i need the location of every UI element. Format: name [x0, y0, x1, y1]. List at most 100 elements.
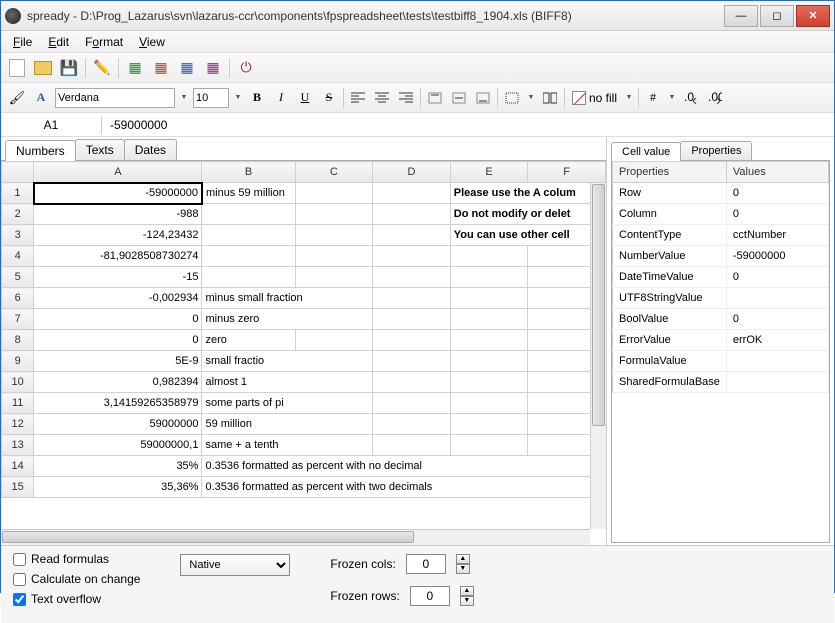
table-row: 2-988Do not modify or delet [2, 204, 606, 225]
spin-down-icon[interactable]: ▼ [460, 596, 474, 606]
frozen-cols-input[interactable] [406, 554, 446, 574]
tab-numbers[interactable]: Numbers [5, 140, 76, 161]
align-center-icon[interactable] [372, 88, 392, 108]
svg-text:.00: .00 [708, 92, 722, 104]
maximize-button[interactable]: ◻ [760, 5, 794, 27]
align-right-icon[interactable] [396, 88, 416, 108]
table-row: 113,14159265358979some parts of pi [2, 393, 606, 414]
spin-down-icon[interactable]: ▼ [456, 564, 470, 574]
read-formulas-checkbox[interactable]: Read formulas [13, 552, 140, 566]
prop-row: FormulaValue [613, 351, 829, 372]
underline-button[interactable]: U [295, 88, 315, 108]
dec-inc-icon[interactable]: .0 [681, 88, 701, 108]
font-name-select[interactable] [55, 88, 175, 108]
prop-row: UTF8StringValue [613, 288, 829, 309]
table-row: 4-81,9028508730274 [2, 246, 606, 267]
spin-up-icon[interactable]: ▲ [456, 554, 470, 564]
close-button[interactable]: ✕ [796, 5, 830, 27]
strike-button[interactable]: S [319, 88, 339, 108]
valign-middle-icon[interactable] [449, 88, 469, 108]
properties-panel: PropertiesValues Row0 Column0 ContentTyp… [611, 161, 830, 543]
exit-button[interactable] [236, 58, 256, 78]
dec-dec-icon[interactable]: .00 [705, 88, 725, 108]
border-icon[interactable] [502, 88, 522, 108]
tab-texts[interactable]: Texts [75, 139, 125, 160]
save-button[interactable] [59, 58, 79, 78]
sheet-btn-1[interactable] [125, 58, 145, 78]
corner-header[interactable] [2, 162, 34, 183]
font-color-icon[interactable] [31, 88, 51, 108]
scrollbar-horizontal[interactable] [1, 529, 590, 545]
table-row: 5-15 [2, 267, 606, 288]
scrollbar-vertical[interactable] [590, 183, 606, 529]
border-dd-icon[interactable]: ▼ [526, 94, 536, 101]
menu-format[interactable]: Format [77, 33, 131, 51]
table-row: 95E-9small fractio [2, 351, 606, 372]
table-row: 125900000059 million [2, 414, 606, 435]
bold-button[interactable]: B [247, 88, 267, 108]
numfmt-hash-icon[interactable]: # [643, 88, 663, 108]
prop-row: Column0 [613, 204, 829, 225]
svg-text:.0: .0 [684, 92, 694, 104]
table-row: 80zero [2, 330, 606, 351]
mode-select[interactable]: Native [180, 554, 290, 576]
col-B[interactable]: B [202, 162, 295, 183]
menubar: File Edit Format View [1, 31, 834, 53]
prop-header-name: Properties [613, 162, 727, 183]
edit-button[interactable] [92, 58, 112, 78]
table-row: 1435%0.3536 formatted as percent with no… [2, 456, 606, 477]
numfmt-dd-icon[interactable]: ▼ [667, 94, 677, 101]
table-row: 3-124,23432You can use other cell [2, 225, 606, 246]
toolbar-main [1, 53, 834, 83]
calc-on-change-checkbox[interactable]: Calculate on change [13, 572, 140, 586]
fill-color-button[interactable]: no fill [569, 89, 620, 107]
fill-dd-icon[interactable]: ▼ [624, 94, 634, 101]
table-row: 70minus zero [2, 309, 606, 330]
valign-bottom-icon[interactable] [473, 88, 493, 108]
menu-view[interactable]: View [131, 33, 173, 51]
table-row: 1359000000,1same + a tenth [2, 435, 606, 456]
sheet-btn-4[interactable] [203, 58, 223, 78]
prop-row: NumberValue-59000000 [613, 246, 829, 267]
prop-row: ErrorValueerrOK [613, 330, 829, 351]
open-button[interactable] [33, 58, 53, 78]
prop-row: ContentTypecctNumber [613, 225, 829, 246]
prop-row: SharedFormulaBase [613, 372, 829, 393]
cell-value-display: -59000000 [110, 118, 167, 132]
col-C[interactable]: C [295, 162, 373, 183]
new-button[interactable] [7, 58, 27, 78]
menu-file[interactable]: File [5, 33, 40, 51]
table-row: 1-59000000minus 59 millionPlease use the… [2, 183, 606, 204]
sheet-btn-2[interactable] [151, 58, 171, 78]
rtab-cellvalue[interactable]: Cell value [611, 142, 681, 161]
merge-icon[interactable] [540, 88, 560, 108]
valign-top-icon[interactable] [425, 88, 445, 108]
rtab-properties[interactable]: Properties [680, 141, 752, 160]
table-row: 1535,36%0.3536 formatted as percent with… [2, 477, 606, 498]
font-dd-icon[interactable]: ▼ [179, 94, 189, 101]
prop-row: BoolValue0 [613, 309, 829, 330]
frozen-rows-input[interactable] [410, 586, 450, 606]
minimize-button[interactable]: — [724, 5, 758, 27]
tab-dates[interactable]: Dates [124, 139, 177, 160]
prop-row: DateTimeValue0 [613, 267, 829, 288]
sheet-btn-3[interactable] [177, 58, 197, 78]
app-icon [5, 8, 21, 24]
size-dd-icon[interactable]: ▼ [233, 94, 243, 101]
col-D[interactable]: D [373, 162, 451, 183]
format-painter-icon[interactable] [7, 88, 27, 108]
col-E[interactable]: E [450, 162, 528, 183]
cell-reference[interactable]: A1 [9, 118, 93, 132]
table-row: 100,982394almost 1 [2, 372, 606, 393]
frozen-cols-label: Frozen cols: [330, 557, 395, 571]
frozen-rows-label: Frozen rows: [330, 589, 399, 603]
text-overflow-checkbox[interactable]: Text overflow [13, 592, 140, 606]
align-left-icon[interactable] [348, 88, 368, 108]
font-size-select[interactable] [193, 88, 229, 108]
menu-edit[interactable]: Edit [40, 33, 77, 51]
col-F[interactable]: F [528, 162, 606, 183]
italic-button[interactable]: I [271, 88, 291, 108]
spreadsheet-grid[interactable]: A B C D E F 1-59000000minus 59 millionPl… [1, 161, 606, 498]
spin-up-icon[interactable]: ▲ [460, 586, 474, 596]
col-A[interactable]: A [34, 162, 202, 183]
